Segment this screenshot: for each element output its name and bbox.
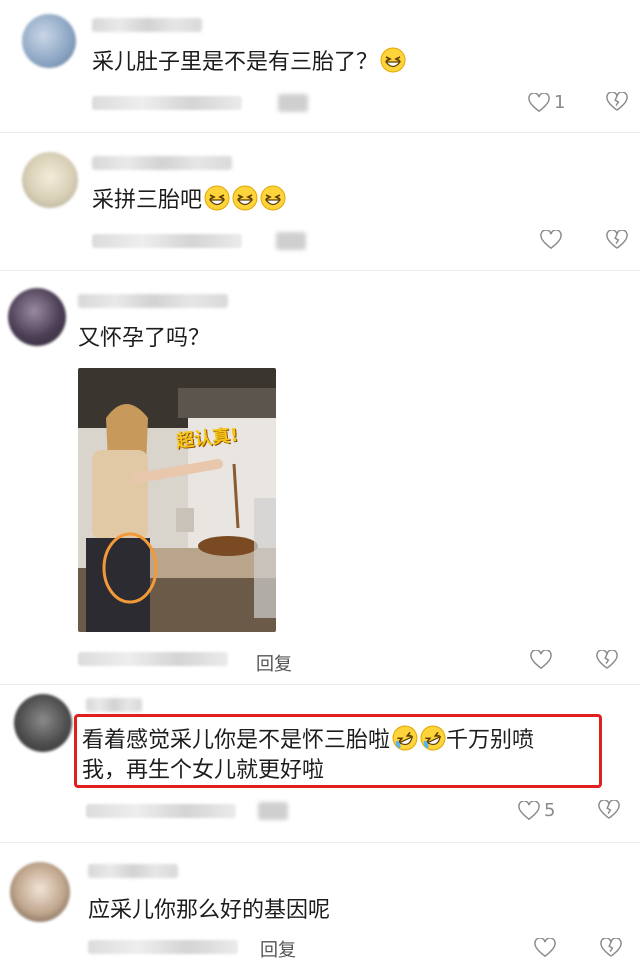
comment-text: 又怀孕了吗？	[78, 322, 210, 356]
grinning-squint-emoji	[232, 185, 258, 211]
username-blurred[interactable]	[92, 18, 202, 32]
username-blurred[interactable]	[78, 294, 228, 308]
comment-photo[interactable]: 超认真!	[78, 368, 276, 632]
broken-heart-icon	[598, 800, 620, 820]
like-button[interactable]	[530, 650, 556, 670]
comment-text: 应采儿你那么好的基因呢	[88, 894, 330, 928]
username-blurred[interactable]	[92, 156, 232, 170]
rofl-emoji	[392, 725, 418, 751]
reply-blurred[interactable]	[276, 232, 306, 250]
divider	[0, 842, 640, 843]
grinning-squint-emoji	[380, 47, 406, 73]
broken-heart-icon	[600, 938, 622, 958]
heart-icon	[518, 800, 540, 821]
comment-text-line1: 看着感觉采儿你是不是怀三胎啦 千万别喷	[82, 724, 534, 758]
heart-icon	[530, 650, 552, 670]
comment-text-content: 应采儿你那么好的基因呢	[88, 898, 331, 923]
comment-text-content: 看着感觉采儿你是不是怀三胎啦	[82, 728, 391, 753]
comment-text-content: 千万别喷	[446, 728, 535, 753]
comment-meta-blurred	[92, 96, 242, 110]
divider	[0, 132, 640, 133]
kitchen-photo	[78, 368, 276, 632]
avatar[interactable]	[22, 152, 78, 208]
broken-heart-icon	[596, 650, 618, 670]
grinning-squint-emoji	[260, 185, 286, 211]
comment-text-line2: 我，再生个女儿就更好啦	[82, 754, 324, 788]
comment-text: 采儿肚子里是不是有三胎了？	[92, 46, 406, 80]
dislike-button[interactable]	[606, 230, 628, 250]
broken-heart-icon	[606, 230, 628, 250]
comment-meta-blurred	[88, 940, 238, 954]
like-count: 1	[554, 92, 566, 113]
broken-heart-icon	[606, 92, 628, 112]
comment-text: 采拼三胎吧	[92, 184, 286, 218]
avatar[interactable]	[22, 14, 76, 68]
comment-meta-blurred	[86, 804, 236, 818]
avatar[interactable]	[14, 694, 72, 752]
like-button[interactable]	[534, 938, 560, 958]
dislike-button[interactable]	[596, 650, 618, 670]
like-button[interactable]	[540, 230, 566, 250]
dislike-button[interactable]	[606, 92, 628, 112]
like-count: 5	[544, 800, 556, 821]
dislike-button[interactable]	[598, 800, 620, 820]
grinning-squint-emoji	[204, 185, 230, 211]
avatar[interactable]	[10, 862, 70, 922]
heart-icon	[534, 938, 556, 958]
username-blurred[interactable]	[86, 698, 142, 712]
comment-meta-blurred	[92, 234, 242, 248]
heart-icon	[528, 92, 550, 113]
comment-text-content: 采拼三胎吧	[92, 188, 203, 213]
reply-blurred[interactable]	[278, 94, 308, 112]
reply-button[interactable]: 回复	[260, 936, 296, 962]
like-button[interactable]: 1	[528, 92, 565, 113]
divider	[0, 684, 640, 685]
comment-text-content: 采儿肚子里是不是有三胎了？	[92, 50, 379, 75]
username-blurred[interactable]	[88, 864, 178, 878]
like-button[interactable]: 5	[518, 800, 555, 821]
dislike-button[interactable]	[600, 938, 622, 958]
rofl-emoji	[420, 725, 446, 751]
avatar[interactable]	[8, 288, 66, 346]
divider	[0, 270, 640, 271]
comment-text-content: 我，再生个女儿就更好啦	[82, 758, 325, 783]
heart-icon	[540, 230, 562, 250]
reply-blurred[interactable]	[258, 802, 288, 820]
comment-text-content: 又怀孕了吗？	[78, 326, 211, 351]
reply-button[interactable]: 回复	[256, 650, 292, 676]
comment-meta-blurred	[78, 652, 228, 666]
